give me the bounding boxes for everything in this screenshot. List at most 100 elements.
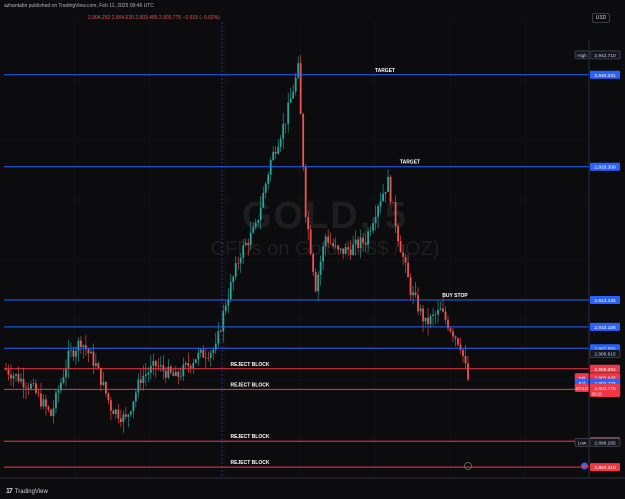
- candle-body: [219, 331, 222, 332]
- candle-body: [99, 367, 102, 385]
- price-label-text: 2,910.108: [594, 325, 616, 331]
- candle-body: [344, 247, 347, 254]
- candle-body: [182, 364, 185, 377]
- candle-body: [144, 374, 147, 376]
- candle-body: [17, 374, 20, 382]
- level-annotation: BUY STOP: [442, 293, 468, 299]
- candle-body: [62, 377, 65, 383]
- candle-body: [319, 261, 322, 275]
- candle-body: [387, 176, 389, 192]
- candle-body: [439, 308, 442, 310]
- candle-body: [239, 257, 242, 264]
- candle-body: [232, 276, 235, 283]
- candle-body: [302, 114, 305, 168]
- candle-body: [189, 365, 192, 368]
- candle-body: [237, 263, 240, 264]
- candle-body: [77, 340, 80, 351]
- candle-body: [369, 230, 372, 232]
- price-chart[interactable]: TARGET 2,940.331 TARGET 2,929.309 BUY STOP 2,…: [0, 0, 625, 499]
- candle-body: [162, 365, 165, 371]
- candle-body: [354, 239, 357, 245]
- candle-body: [307, 216, 310, 230]
- candle-body: [242, 245, 245, 258]
- candle-body: [397, 226, 399, 242]
- badge-tag: High: [577, 53, 587, 58]
- candle-body: [214, 343, 217, 350]
- candle-body: [259, 207, 262, 221]
- candle-body: [207, 357, 210, 359]
- candle-body: [267, 174, 270, 184]
- candle-body: [57, 390, 60, 393]
- candle-body: [404, 256, 407, 263]
- candle-body: [142, 375, 145, 383]
- candle-body: [434, 314, 437, 316]
- candle-body: [132, 401, 135, 412]
- candle-body: [109, 400, 112, 411]
- price-badge: 2,903.77500:21GOLD: [574, 383, 621, 397]
- candle-body: [277, 146, 280, 154]
- candle-body: [379, 200, 382, 207]
- candle-body: [92, 351, 95, 366]
- candle-body: [102, 381, 105, 385]
- replay-icon[interactable]: [464, 462, 472, 470]
- candle-body: [297, 63, 300, 78]
- badge-price: 2,896.265: [594, 440, 616, 446]
- price-label-text: 2,913.335: [594, 298, 616, 304]
- candle-body: [422, 308, 424, 322]
- price-label-text: 2,893.310: [594, 465, 616, 471]
- candle-body: [217, 331, 220, 344]
- candle-body: [432, 314, 434, 317]
- candle-body: [409, 277, 412, 296]
- candle-body: [70, 350, 72, 351]
- candle-body: [127, 414, 130, 417]
- candle-body: [262, 192, 265, 208]
- candle-body: [442, 308, 444, 312]
- price-axis-label: 2,910.108: [590, 322, 620, 331]
- candle-body: [392, 201, 394, 203]
- candle-body: [174, 371, 177, 376]
- candle-body: [107, 393, 110, 401]
- candle-body: [75, 350, 77, 357]
- candle-body: [427, 317, 429, 325]
- candle-body: [95, 363, 97, 366]
- badge-price: 2,942.710: [594, 53, 616, 59]
- candle-body: [272, 151, 275, 161]
- candle-body: [309, 229, 312, 255]
- price-axis-label: 2,905.094: [590, 364, 620, 373]
- candle-body: [137, 379, 140, 393]
- candle-body: [382, 193, 384, 201]
- candle-body: [327, 236, 330, 243]
- candle-body: [289, 98, 292, 103]
- candle-body: [342, 248, 345, 254]
- candle-body: [407, 262, 409, 278]
- candle-body: [437, 309, 439, 315]
- candle-body: [467, 363, 469, 380]
- price-axis-badges: 2,942.710High2,906.9152,903.946Ask2,903.…: [574, 50, 621, 447]
- candle-body: [464, 356, 467, 364]
- candle-body: [374, 216, 377, 224]
- badge-tag: GOLD: [575, 386, 589, 391]
- candle-body: [362, 237, 365, 243]
- flag-icon: [581, 462, 588, 470]
- candle-body: [197, 352, 200, 360]
- candle-body: [179, 376, 182, 377]
- candle-body: [47, 406, 50, 410]
- candle-body: [352, 244, 355, 256]
- candle-body: [359, 237, 362, 249]
- candle-body: [394, 202, 397, 227]
- candle-body: [184, 363, 187, 365]
- candle-body: [222, 311, 225, 332]
- candle-body: [20, 378, 22, 382]
- candle-body: [462, 349, 464, 357]
- candle-body: [50, 409, 52, 417]
- candle-body: [282, 123, 285, 139]
- level-annotation: REJECT BLOCK: [231, 382, 270, 388]
- candle-body: [337, 245, 340, 250]
- candle-body: [157, 366, 160, 367]
- price-level-lines: TARGET 2,940.331 TARGET 2,929.309 BUY STOP 2,…: [4, 68, 620, 472]
- candle-body: [134, 392, 137, 402]
- candle-body: [154, 360, 157, 367]
- candle-body: [169, 366, 172, 373]
- candle-body: [212, 349, 215, 353]
- candle-body: [347, 247, 350, 250]
